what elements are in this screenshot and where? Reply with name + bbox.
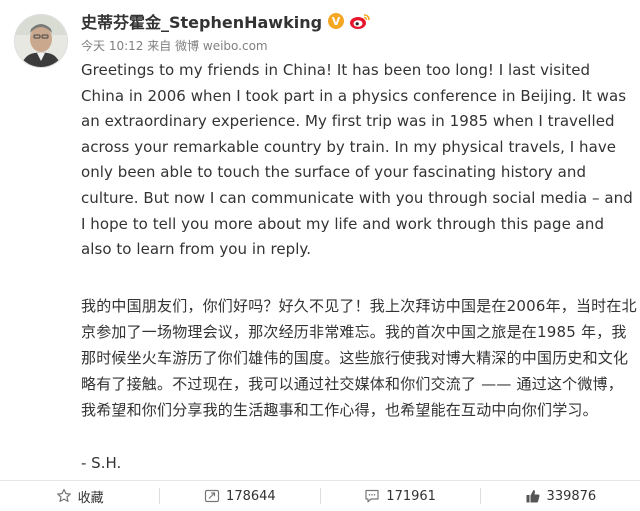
avatar[interactable] <box>14 14 68 68</box>
post-time[interactable]: 今天 10:12 <box>81 39 143 53</box>
avatar-photo <box>15 15 67 67</box>
star-icon <box>56 488 71 502</box>
weibo-logo-icon <box>350 14 370 29</box>
favorite-button[interactable]: 收藏 <box>0 487 159 506</box>
comment-icon <box>365 489 379 503</box>
post-content: Greetings to my friends in China! It has… <box>81 58 637 475</box>
author-name[interactable]: 史蒂芬霍金_StephenHawking <box>81 9 322 33</box>
post-meta: 今天 10:12 来自 微博 weibo.com <box>81 37 630 54</box>
repost-icon <box>204 489 220 503</box>
post-text-english: Greetings to my friends in China! It has… <box>81 61 633 259</box>
verified-badge-icon: V <box>328 13 345 29</box>
repost-count: 178644 <box>226 488 276 504</box>
post-header: 史蒂芬霍金_StephenHawking V 今天 10:12 来自 微博 we… <box>81 8 630 54</box>
comment-count: 171961 <box>386 488 436 504</box>
comment-button[interactable]: 171961 <box>321 488 480 504</box>
post-signature: - S.H. <box>81 453 122 472</box>
thumbs-up-icon <box>526 490 540 503</box>
favorite-label: 收藏 <box>77 490 104 506</box>
post-source[interactable]: 微博 weibo.com <box>175 39 268 53</box>
action-bar: 收藏 178644 171961 339876 <box>0 480 640 511</box>
repost-button[interactable]: 178644 <box>160 488 319 504</box>
source-prefix: 来自 <box>147 39 172 53</box>
like-button[interactable]: 339876 <box>481 488 640 504</box>
like-count: 339876 <box>546 488 597 504</box>
post-text-chinese: 我的中国朋友们，你们好吗？好久不见了！我上次拜访中国是在2006年，当时在北京参… <box>81 296 637 419</box>
